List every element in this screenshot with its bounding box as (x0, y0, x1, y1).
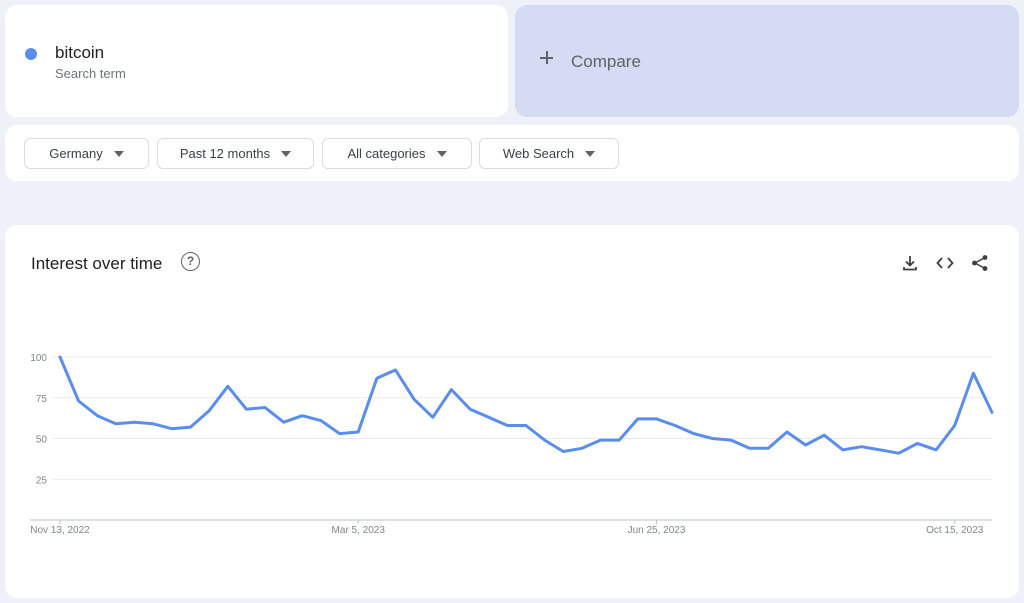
caret-down-icon (281, 150, 292, 157)
share-icon[interactable] (970, 253, 990, 273)
filter-category-label: All categories (347, 146, 426, 161)
filter-search-type-label: Web Search (502, 146, 575, 161)
compare-label: Compare (571, 52, 641, 71)
top-row: bitcoin Search term Compare (5, 5, 1019, 117)
filter-time-dropdown[interactable]: Past 12 months (157, 138, 314, 169)
x-tick-label: Nov 13, 2022 (30, 525, 90, 536)
interest-over-time-card: Interest over time ? 25 50 75 100 Nov 13, 20… (5, 225, 1019, 598)
filter-region-label: Germany (49, 146, 103, 161)
embed-code-icon[interactable] (935, 253, 955, 273)
interest-line-chart: 25 50 75 100 Nov 13, 2022 Mar 5, 2023 Jun 25, … (30, 353, 994, 536)
x-tick-label: Oct 15, 2023 (926, 525, 984, 536)
filter-region-dropdown[interactable]: Germany (24, 138, 149, 169)
filter-bar: Germany Past 12 months All categories We… (5, 125, 1019, 181)
filter-search-type-dropdown[interactable]: Web Search (479, 138, 619, 169)
compare-button[interactable]: Compare (515, 5, 1019, 117)
caret-down-icon (585, 150, 596, 157)
search-term-name[interactable]: bitcoin (55, 43, 104, 63)
series-color-dot (25, 48, 37, 60)
search-term-subtitle: Search term (55, 66, 126, 81)
y-tick-label: 50 (36, 435, 48, 446)
help-circle-icon[interactable]: ? (181, 252, 200, 271)
plus-icon (539, 49, 555, 65)
y-tick-label: 75 (36, 394, 48, 405)
y-tick-label: 100 (30, 353, 47, 364)
caret-down-icon (436, 150, 447, 157)
filter-time-label: Past 12 months (179, 146, 271, 161)
download-icon[interactable] (900, 253, 920, 273)
caret-down-icon (113, 150, 124, 157)
search-term-card[interactable]: bitcoin Search term (5, 5, 508, 117)
filter-category-dropdown[interactable]: All categories (322, 138, 472, 169)
y-tick-label: 25 (36, 475, 48, 486)
chart-title: Interest over time (31, 254, 163, 273)
x-tick-label: Jun 25, 2023 (628, 525, 686, 536)
series-line-bitcoin (58, 355, 994, 455)
x-tick-label: Mar 5, 2023 (332, 525, 386, 536)
